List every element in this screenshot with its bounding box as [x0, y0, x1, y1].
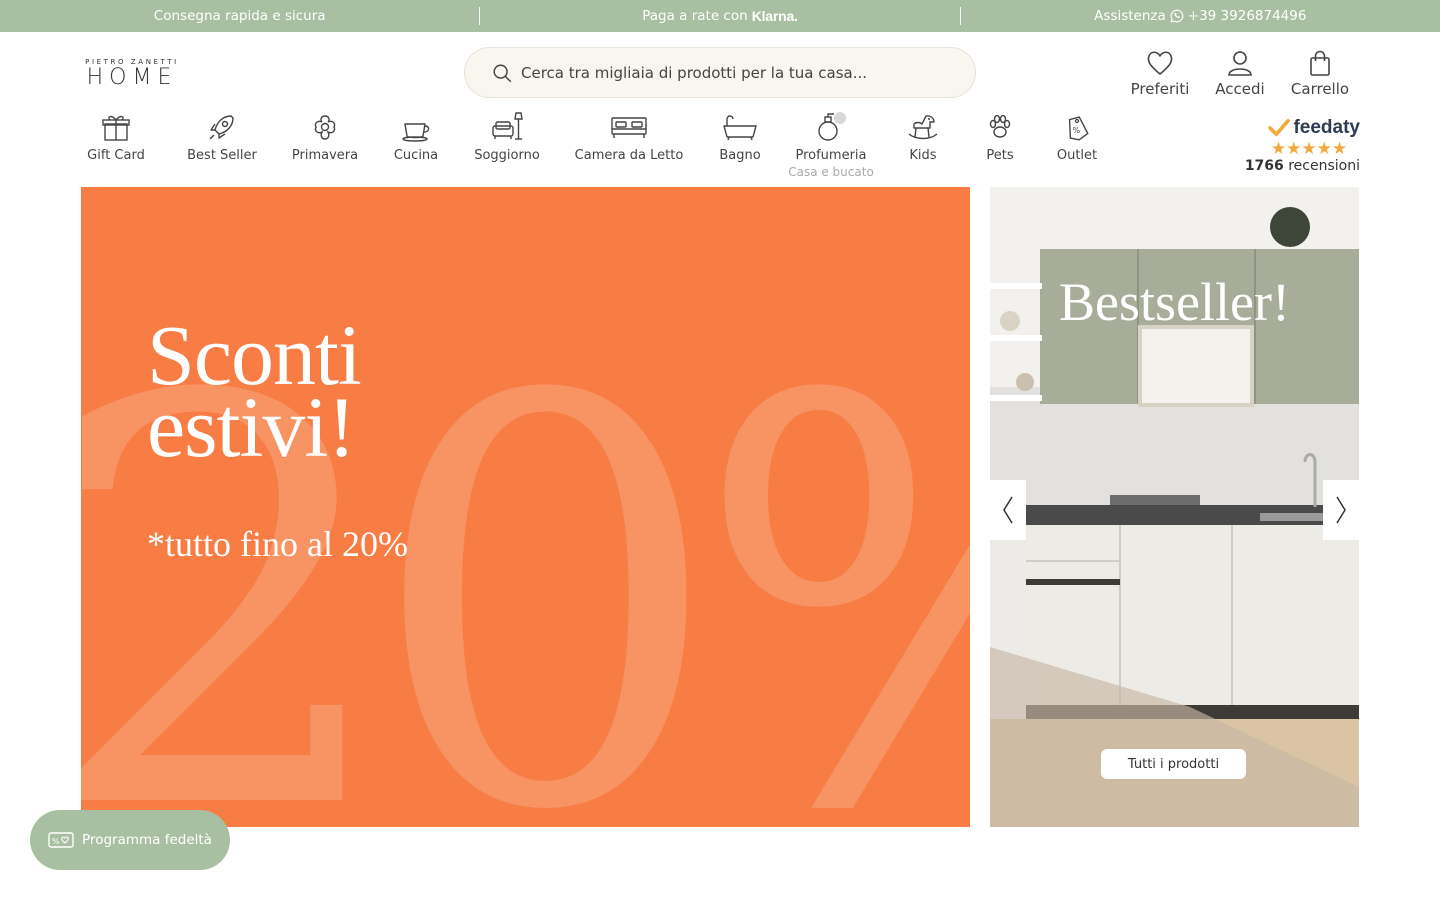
cup-icon — [402, 123, 430, 142]
loyalty-label: Programma fedeltà — [82, 832, 212, 848]
support-label: Assistenza — [1094, 8, 1166, 24]
loyalty-card-icon: % — [48, 832, 74, 848]
perfume-icon — [818, 112, 846, 141]
cart-button[interactable]: Carrello — [1280, 50, 1360, 98]
category-label: Kids — [909, 148, 937, 163]
category-label: Gift Card — [87, 148, 145, 163]
klarna-logo: Klarna. — [751, 8, 798, 24]
site-logo[interactable]: PIETRO ZANETTI HOME — [80, 58, 184, 90]
review-count-number: 1766 — [1244, 158, 1284, 174]
review-count: 1766 recensioni — [1240, 158, 1360, 174]
category-label: Primavera — [291, 148, 359, 163]
rocking-horse-icon — [908, 115, 938, 140]
bed-icon — [611, 117, 647, 138]
category-kids[interactable]: Kids — [886, 110, 960, 163]
bag-icon — [1310, 50, 1330, 76]
rating-stars: ★★★★★ — [1270, 139, 1348, 159]
category-sublabel: Casa e bucato — [788, 165, 874, 179]
klarna-notice[interactable]: Paga a rate con Klarna. — [480, 0, 959, 32]
category-label: Best Seller — [187, 148, 257, 163]
category-cucina[interactable]: Cucina — [372, 110, 460, 163]
all-products-button[interactable]: Tutti i prodotti — [1101, 749, 1246, 779]
heart-icon — [1147, 51, 1173, 75]
favorites-button[interactable]: Preferiti — [1120, 50, 1200, 98]
login-button[interactable]: Accedi — [1200, 50, 1280, 98]
category-best-seller[interactable]: Best Seller — [166, 110, 278, 163]
category-label: Cucina — [393, 148, 439, 163]
feedaty-brand: feedaty — [1293, 117, 1360, 138]
sofa-lamp-icon — [492, 112, 523, 140]
support-notice[interactable]: Assistenza +39 3926874496 — [961, 0, 1440, 32]
login-label: Accedi — [1215, 80, 1265, 98]
favorites-label: Preferiti — [1130, 80, 1190, 98]
search-bar[interactable] — [464, 47, 976, 98]
divider — [479, 7, 481, 25]
svg-text:%: % — [52, 837, 60, 846]
banner-title-line2: estivi! — [147, 379, 356, 475]
category-label: Bagno — [719, 148, 761, 163]
category-label: Pets — [986, 148, 1014, 163]
rocket-icon — [209, 115, 234, 140]
category-nav: Gift Card Best Seller Primavera Cucina S… — [80, 110, 1114, 180]
paw-icon — [989, 114, 1011, 138]
category-label: Profumeria — [795, 148, 867, 163]
bestseller-slide[interactable]: Bestseller! Tutti i prodotti — [990, 187, 1359, 827]
whatsapp-icon — [1170, 9, 1184, 23]
chevron-right-icon — [1336, 496, 1346, 524]
cart-label: Carrello — [1290, 80, 1350, 98]
installments-text: Paga a rate con — [642, 8, 748, 24]
svg-text:%: % — [1073, 126, 1081, 135]
category-pets[interactable]: Pets — [960, 110, 1040, 163]
top-announcement-bar: Consegna rapida e sicura Paga a rate con… — [0, 0, 1440, 32]
feedaty-logo: feedaty — [1240, 118, 1360, 138]
feedaty-badge[interactable]: feedaty ★★★★★ 1766 recensioni — [1240, 118, 1360, 175]
category-label: Soggiorno — [474, 148, 540, 163]
support-phone: +39 3926874496 — [1187, 8, 1307, 24]
delivery-notice: Consegna rapida e sicura — [0, 0, 479, 32]
category-camera-da-letto[interactable]: Camera da Letto — [554, 110, 704, 163]
chevron-left-icon — [1003, 496, 1013, 524]
banner-subtitle: *tutto fino al 20% — [147, 524, 408, 564]
divider — [959, 7, 961, 25]
review-count-suffix: recensioni — [1288, 158, 1360, 174]
promo-banner-summer-sale[interactable]: 20% Sconti estivi! *tutto fino al 20% — [81, 187, 970, 827]
logo-big-text: HOME — [86, 65, 178, 90]
user-icon — [1228, 51, 1252, 76]
banner-title: Sconti estivi! — [147, 312, 362, 475]
category-primavera[interactable]: Primavera — [278, 110, 372, 163]
carousel-next-button[interactable] — [1323, 480, 1359, 540]
flower-icon — [314, 115, 336, 140]
delivery-text: Consegna rapida e sicura — [153, 8, 326, 24]
gift-icon — [102, 115, 130, 141]
search-icon[interactable] — [491, 62, 513, 84]
header-actions: Preferiti Accedi Carrello — [1120, 50, 1360, 98]
category-outlet[interactable]: % Outlet — [1040, 110, 1114, 163]
category-bagno[interactable]: Bagno — [704, 110, 776, 163]
category-gift-card[interactable]: Gift Card — [80, 110, 166, 163]
category-profumeria[interactable]: Profumeria Casa e bucato — [776, 110, 886, 179]
carousel-prev-button[interactable] — [990, 480, 1026, 540]
category-soggiorno[interactable]: Soggiorno — [460, 110, 554, 163]
category-label: Outlet — [1056, 148, 1098, 163]
slide-title: Bestseller! — [1059, 272, 1290, 332]
bathtub-icon — [723, 115, 757, 141]
checkmark-icon — [1268, 119, 1291, 137]
loyalty-program-button[interactable]: % Programma fedeltà — [30, 810, 230, 870]
search-input[interactable] — [521, 63, 941, 82]
price-tag-icon: % — [1068, 116, 1089, 141]
category-label: Camera da Letto — [574, 148, 684, 163]
